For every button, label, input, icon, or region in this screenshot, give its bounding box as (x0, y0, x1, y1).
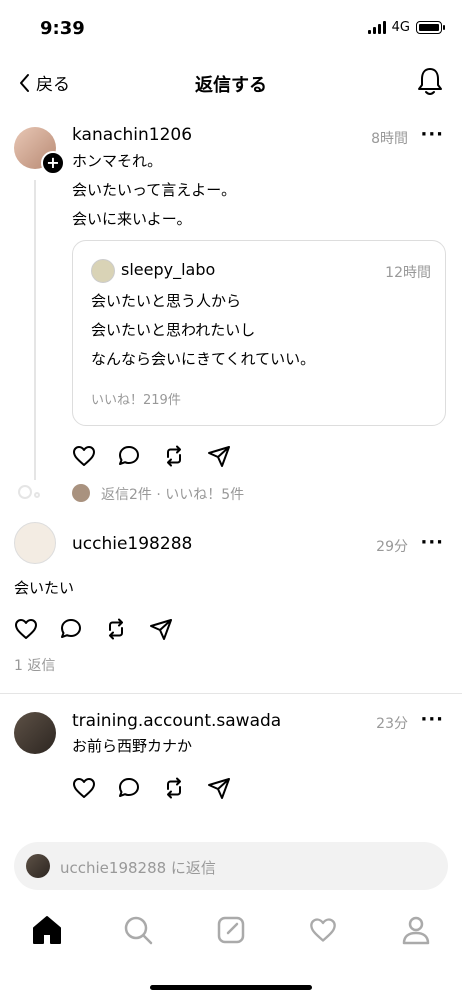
post-line: ホンマそれ。 (72, 152, 163, 170)
avatar (72, 484, 90, 502)
network-label: 4G (391, 20, 410, 35)
profile-icon[interactable] (401, 915, 431, 945)
quote-line: 会いたいと思う人から (91, 292, 242, 310)
reply-username[interactable]: ucchie198288 (72, 534, 192, 554)
home-indicator (150, 985, 312, 990)
post-line: 会いに来いよー。 (72, 210, 192, 228)
like-icon[interactable] (14, 617, 38, 641)
share-icon[interactable] (149, 617, 173, 641)
comment-icon[interactable] (117, 776, 141, 800)
post-text: ホンマそれ。 会いたいって言えよー。 会いに来いよー。 (72, 147, 236, 234)
signal-icon (367, 21, 386, 34)
avatar[interactable] (14, 712, 56, 754)
reply-time: 23分 (376, 716, 408, 732)
search-icon[interactable] (123, 915, 153, 945)
repost-icon[interactable] (104, 617, 128, 641)
avatar (26, 854, 50, 878)
page-title: 返信する (195, 75, 267, 96)
divider (0, 693, 462, 694)
repost-icon[interactable] (162, 776, 186, 800)
post-line: 会いたいって言えよー。 (72, 181, 237, 199)
thread-end-icon (18, 485, 32, 499)
bell-icon (418, 68, 442, 95)
reply-text: 会いたい (14, 579, 75, 597)
status-indicators: 4G (367, 20, 445, 35)
repost-icon[interactable] (162, 444, 186, 468)
like-icon[interactable] (72, 444, 96, 468)
thread-end-dot (34, 492, 40, 498)
status-time: 9:39 (40, 18, 85, 39)
quote-username: sleepy_labo (121, 260, 216, 279)
quote-likes: いいね！219件 (91, 393, 181, 408)
quote-text: 会いたいと思う人から 会いたいと思われたいし なんなら会いにきてくれていい。 (91, 287, 315, 374)
reply-actions (14, 617, 173, 641)
quote-time: 12時間 (385, 265, 431, 281)
reply-text: お前ら西野カナか (72, 737, 193, 755)
heart-icon[interactable] (307, 916, 339, 944)
reply-placeholder: ucchie198288 に返信 (60, 859, 216, 877)
more-icon[interactable]: ··· (420, 124, 444, 145)
post-username[interactable]: kanachin1206 (72, 125, 192, 145)
quoted-post[interactable]: sleepy_labo 12時間 会いたいと思う人から 会いたいと思われたいし … (72, 240, 446, 426)
more-icon[interactable]: ··· (420, 709, 444, 730)
avatar[interactable] (14, 522, 56, 564)
home-icon[interactable] (31, 915, 63, 945)
share-icon[interactable] (207, 776, 231, 800)
tab-bar (0, 905, 462, 955)
follow-plus-icon[interactable]: + (41, 151, 65, 175)
comment-icon[interactable] (59, 617, 83, 641)
comment-icon[interactable] (117, 444, 141, 468)
avatar (91, 259, 115, 283)
compose-icon[interactable] (216, 915, 246, 945)
thread-line (34, 180, 36, 480)
quote-line: なんなら会いにきてくれていい。 (91, 350, 316, 368)
reply-time: 29分 (376, 539, 408, 555)
reply-meta[interactable]: 1 返信 (14, 655, 55, 675)
quote-line: 会いたいと思われたいし (91, 321, 256, 339)
post-actions (72, 444, 231, 468)
bell-button[interactable] (416, 66, 444, 100)
post-time: 8時間 (371, 131, 408, 147)
reply-actions (72, 776, 231, 800)
post-meta[interactable]: 返信2件 · いいね！5件 (101, 484, 244, 504)
share-icon[interactable] (207, 444, 231, 468)
more-icon[interactable]: ··· (420, 532, 444, 553)
reply-input[interactable]: ucchie198288 に返信 (14, 842, 448, 890)
like-icon[interactable] (72, 776, 96, 800)
battery-icon (416, 21, 445, 34)
reply-username[interactable]: training.account.sawada (72, 711, 281, 731)
